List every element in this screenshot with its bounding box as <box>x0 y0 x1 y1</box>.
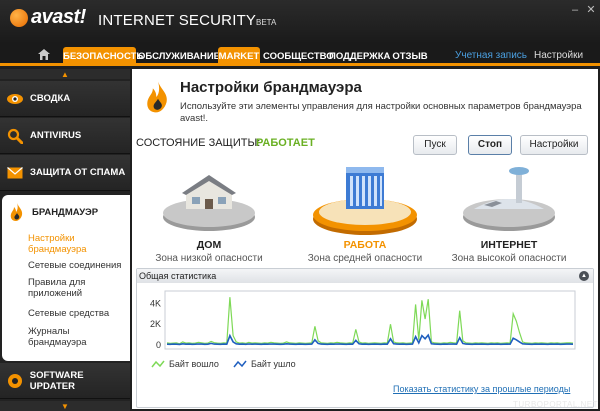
protection-state-label: СОСТОЯНИЕ ЗАЩИТЫ: <box>136 137 261 149</box>
protection-state-value: РАБОТАЕТ <box>256 137 315 149</box>
subitem-network-tools[interactable]: Сетевые средства <box>28 308 128 319</box>
eye-icon <box>6 90 24 108</box>
page-description: Используйте эти элементы управления для … <box>180 101 582 124</box>
stats-header[interactable]: Общая статистика ▲ <box>137 269 593 283</box>
stats-title: Общая статистика <box>139 271 217 281</box>
legend-out-label: Байт ушло <box>251 359 296 369</box>
sidebar-item-label: ЗАЩИТА ОТ СПАМА <box>30 167 126 178</box>
zone-internet-desc: Зона высокой опасности <box>451 253 567 264</box>
avast-logo: avast! <box>10 6 86 29</box>
office-building-icon <box>313 167 417 235</box>
zone-work-name: РАБОТА <box>343 239 387 251</box>
legend-out: Байт ушло <box>233 359 296 369</box>
legend-in-swatch <box>151 360 165 368</box>
sidebar-item-antispam[interactable]: ЗАЩИТА ОТ СПАМА <box>0 155 130 191</box>
airport-icon <box>463 167 555 231</box>
tab-maintenance[interactable]: ОБСЛУЖИВАНИЕ <box>138 47 220 66</box>
watermark: TURBOPORTAL.NET <box>513 400 598 409</box>
zone-internet-name: ИНТЕРНЕТ <box>480 239 538 251</box>
legend-out-swatch <box>233 360 247 368</box>
app-window: avast! INTERNET SECURITY BETA – ✕ БЕЗОПА… <box>0 0 600 411</box>
stats-panel: Общая статистика ▲ 4K 2K 0 Байт вошло Байт… <box>136 268 594 408</box>
settings-link[interactable]: Настройки <box>534 50 583 61</box>
tab-feedback[interactable]: ОТЗЫВ <box>392 47 428 66</box>
sidebar-scroll-down[interactable]: ▼ <box>0 401 130 411</box>
traffic-chart: 4K 2K 0 <box>150 290 576 350</box>
sidebar-item-label: БРАНДМАУЭР <box>32 206 99 218</box>
start-button[interactable]: Пуск <box>413 135 457 155</box>
subitem-firewall-settings[interactable]: Настройки брандмауэра <box>28 233 128 255</box>
tab-market[interactable]: MARKET <box>218 47 260 66</box>
sidebar-item-label: ANTIVIRUS <box>30 130 82 141</box>
stop-button[interactable]: Стоп <box>468 135 512 155</box>
chevron-down-icon: ▼ <box>61 401 69 411</box>
zone-home-name: ДОМ <box>196 239 222 251</box>
settings-button[interactable]: Настройки <box>520 135 588 155</box>
updater-icon <box>6 372 24 390</box>
avast-ball-icon <box>10 8 28 27</box>
main-panel: Настройки брандмауэра Используйте эти эл… <box>132 69 598 409</box>
sidebar: ▲ СВОДКА ANTIVIRUS ЗАЩИТА ОТ СПАМА БРАНД… <box>0 69 130 411</box>
sidebar-item-software-updater[interactable]: SOFTWARE UPDATER <box>0 363 130 399</box>
legend-in: Байт вошло <box>151 359 219 369</box>
sidebar-item-firewall[interactable]: БРАНДМАУЭР Настройки брандмауэра Сетевые… <box>2 195 130 361</box>
sidebar-item-label: SOFTWARE UPDATER <box>29 369 84 392</box>
firewall-flame-icon <box>147 81 167 113</box>
sidebar-item-antivirus[interactable]: ANTIVIRUS <box>0 118 130 154</box>
flame-icon <box>8 203 26 221</box>
collapse-icon[interactable]: ▲ <box>579 271 589 281</box>
magnifier-icon <box>6 127 24 145</box>
legend-in-label: Байт вошло <box>169 359 219 369</box>
product-title: INTERNET SECURITY <box>98 12 257 29</box>
subitem-firewall-logs[interactable]: Журналы брандмауэра <box>28 326 128 348</box>
home-tab[interactable] <box>30 47 58 66</box>
sidebar-item-label: СВОДКА <box>30 93 71 104</box>
chevron-up-icon: ▲ <box>61 69 69 79</box>
tab-community[interactable]: СООБЩЕСТВО <box>263 47 334 66</box>
account-link[interactable]: Учетная запись <box>455 50 527 61</box>
logo-text: avast! <box>31 6 86 28</box>
y-tick-label: 4K <box>150 298 161 308</box>
sidebar-scroll-up[interactable]: ▲ <box>0 69 130 79</box>
minimize-button[interactable]: – <box>568 4 582 16</box>
sidebar-item-summary[interactable]: СВОДКА <box>0 81 130 117</box>
y-tick-label: 0 <box>156 340 161 350</box>
home-icon <box>38 49 50 60</box>
zone-home-desc: Зона низкой опасности <box>155 253 263 264</box>
title-bar: avast! INTERNET SECURITY BETA – ✕ <box>0 0 600 44</box>
zone-home[interactable]: ДОМ Зона низкой опасности <box>144 161 274 271</box>
page-title: Настройки брандмауэра <box>180 79 362 96</box>
tab-security[interactable]: БЕЗОПАСНОСТЬ <box>63 47 143 66</box>
close-button[interactable]: ✕ <box>584 4 598 16</box>
envelope-icon <box>6 164 24 182</box>
history-stats-link[interactable]: Показать статистику за прошлые периоды <box>393 384 570 394</box>
house-icon <box>163 175 255 231</box>
tab-support[interactable]: ПОДДЕРЖКА <box>329 47 390 66</box>
subitem-application-rules[interactable]: Правила для приложений <box>28 277 128 299</box>
zone-internet[interactable]: ИНТЕРНЕТ Зона высокой опасности <box>444 161 574 271</box>
subitem-network-connections[interactable]: Сетевые соединения <box>28 260 128 271</box>
zone-work[interactable]: РАБОТА Зона средней опасности <box>300 161 430 271</box>
zone-work-desc: Зона средней опасности <box>307 253 423 264</box>
top-nav: БЕЗОПАСНОСТЬ ОБСЛУЖИВАНИЕ MARKET СООБЩЕС… <box>0 44 600 66</box>
beta-label: BETA <box>256 18 277 27</box>
y-tick-label: 2K <box>150 319 161 329</box>
